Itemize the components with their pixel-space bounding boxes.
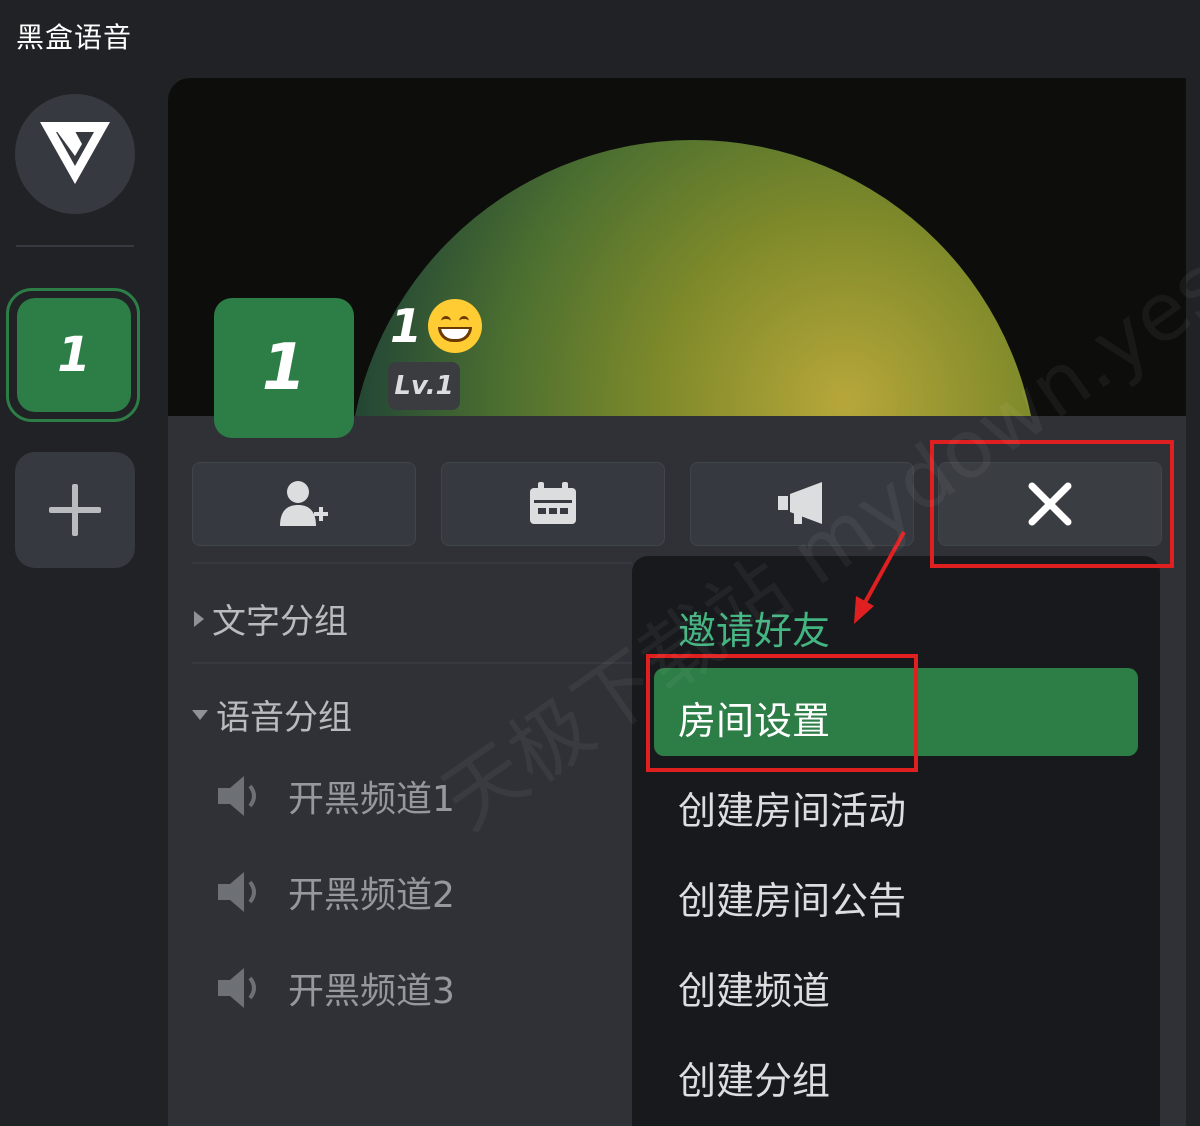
add-server-button[interactable] <box>15 452 135 568</box>
room-level-badge: Lv.1 <box>388 362 460 410</box>
menu-item-create-announcement[interactable]: 创建房间公告 <box>678 870 906 925</box>
group-label: 语音分组 <box>216 698 352 738</box>
menu-item-create-channel[interactable]: 创建频道 <box>678 960 830 1015</box>
room-avatar: 1 <box>214 298 354 438</box>
server-button[interactable]: 1 <box>17 298 131 412</box>
group-text[interactable]: 文字分组 <box>194 594 348 643</box>
room-activity-button[interactable] <box>441 462 665 546</box>
divider <box>192 662 632 664</box>
room-name: 1 <box>390 298 483 354</box>
title-bar: 黑盒语音 <box>0 0 1200 76</box>
menu-item-create-group[interactable]: 创建分组 <box>678 1050 830 1105</box>
invite-friend-button[interactable] <box>192 462 416 546</box>
collapsed-caret-icon <box>194 610 204 627</box>
voice-channel-item[interactable]: 开黑频道2 <box>216 866 455 918</box>
speaker-icon <box>218 776 256 816</box>
menu-item-create-activity[interactable]: 创建房间活动 <box>678 780 906 835</box>
speaker-icon <box>218 872 256 912</box>
voice-channel-item[interactable]: 开黑频道1 <box>216 770 455 822</box>
add-user-icon <box>280 481 328 526</box>
channel-name: 开黑频道3 <box>288 971 455 1012</box>
annotation-arrow-icon <box>854 531 906 624</box>
channel-name: 开黑频道1 <box>288 779 455 820</box>
app-title: 黑盒语音 <box>16 21 133 54</box>
room-avatar-label: 1 <box>261 331 307 405</box>
room-options-menu: 邀请好友 房间设置 创建房间活动 创建房间公告 创建频道 创建分组 <box>632 556 1160 1126</box>
heybox-logo-icon <box>40 122 110 184</box>
grin-emoji-icon <box>428 299 483 353</box>
megaphone-icon <box>778 482 822 524</box>
home-logo-button[interactable] <box>15 94 135 214</box>
group-label: 文字分组 <box>212 602 348 642</box>
voice-channel-item[interactable]: 开黑频道3 <box>216 962 455 1014</box>
annotation-box-close <box>930 440 1174 568</box>
room-name-text: 1 <box>390 299 423 353</box>
channel-name: 开黑频道2 <box>288 875 455 916</box>
annotation-box-settings <box>646 654 918 772</box>
server-rail <box>0 76 160 1126</box>
calendar-icon <box>530 482 576 524</box>
server-button-label: 1 <box>57 327 91 383</box>
divider <box>192 562 632 564</box>
expanded-caret-icon <box>192 709 208 720</box>
menu-item-invite[interactable]: 邀请好友 <box>678 600 830 655</box>
speaker-icon <box>218 968 256 1008</box>
group-voice[interactable]: 语音分组 <box>192 690 352 739</box>
rail-divider <box>16 245 134 247</box>
